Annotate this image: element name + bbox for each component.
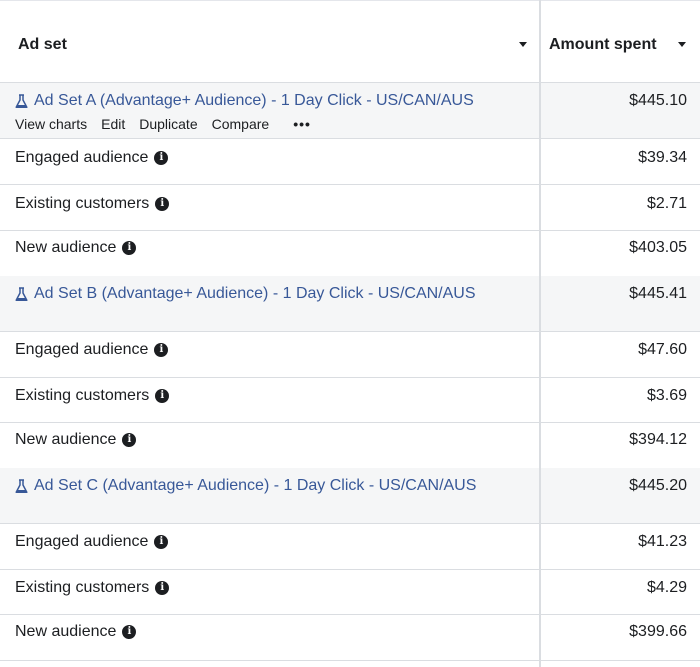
segment-amount: $4.29 bbox=[646, 579, 687, 596]
segment-row: New audience i $394.12 bbox=[0, 423, 700, 468]
segment-name: Existing customers i bbox=[15, 387, 170, 405]
info-icon[interactable]: i bbox=[122, 241, 137, 255]
segment-name: Existing customers i bbox=[15, 195, 170, 213]
segment-amount: $2.71 bbox=[646, 195, 687, 212]
table-header: Ad set Amount spent bbox=[0, 0, 700, 83]
segment-row: Engaged audience i $39.34 bbox=[0, 139, 700, 185]
column-divider[interactable] bbox=[539, 0, 541, 667]
ad-set-row-b[interactable]: Ad Set B (Advantage+ Audience) - 1 Day C… bbox=[0, 276, 700, 332]
segment-label: New audience bbox=[15, 623, 117, 640]
ad-sets-table: Ad set Amount spent Ad Set A (Advantage+… bbox=[0, 0, 700, 667]
segment-label: Existing customers bbox=[15, 195, 150, 212]
info-icon[interactable]: i bbox=[122, 433, 137, 447]
segment-name: Existing customers i bbox=[15, 579, 170, 597]
segment-label: New audience bbox=[15, 239, 117, 256]
ad-set-link[interactable]: Ad Set C (Advantage+ Audience) - 1 Day C… bbox=[15, 477, 476, 495]
ad-set-row-c[interactable]: Ad Set C (Advantage+ Audience) - 1 Day C… bbox=[0, 468, 700, 524]
ad-set-name[interactable]: Ad Set B (Advantage+ Audience) - 1 Day C… bbox=[34, 285, 476, 303]
segment-row: New audience i $403.05 bbox=[0, 231, 700, 276]
segment-label: Existing customers bbox=[15, 579, 150, 596]
segment-name: Engaged audience i bbox=[15, 533, 169, 551]
flask-icon bbox=[15, 478, 28, 493]
segment-name: New audience i bbox=[15, 239, 137, 257]
column-header-ad-set[interactable]: Ad set bbox=[18, 36, 67, 54]
segment-amount: $41.23 bbox=[638, 533, 687, 550]
segment-amount: $394.12 bbox=[629, 431, 687, 448]
flask-icon bbox=[15, 286, 28, 301]
segment-amount: $39.34 bbox=[638, 149, 687, 166]
edit-link[interactable]: Edit bbox=[101, 116, 125, 132]
segment-label: Engaged audience bbox=[15, 149, 149, 166]
compare-link[interactable]: Compare bbox=[212, 116, 270, 132]
row-actions: View charts Edit Duplicate Compare ••• bbox=[15, 116, 325, 132]
segment-name: New audience i bbox=[15, 623, 137, 641]
info-icon[interactable]: i bbox=[154, 535, 169, 549]
info-icon[interactable]: i bbox=[122, 625, 137, 639]
segment-label: New audience bbox=[15, 431, 117, 448]
segment-row: Existing customers i $2.71 bbox=[0, 185, 700, 231]
ad-set-amount: $445.20 bbox=[629, 477, 687, 494]
segment-amount: $403.05 bbox=[629, 239, 687, 256]
ad-set-row-a[interactable]: Ad Set A (Advantage+ Audience) - 1 Day C… bbox=[0, 83, 700, 139]
ad-set-link[interactable]: Ad Set B (Advantage+ Audience) - 1 Day C… bbox=[15, 285, 476, 303]
segment-row: Engaged audience i $41.23 bbox=[0, 524, 700, 570]
info-icon[interactable]: i bbox=[155, 581, 170, 595]
view-charts-link[interactable]: View charts bbox=[15, 116, 87, 132]
segment-amount: $3.69 bbox=[646, 387, 687, 404]
info-icon[interactable]: i bbox=[154, 343, 169, 357]
segment-amount: $399.66 bbox=[629, 623, 687, 640]
segment-label: Existing customers bbox=[15, 387, 150, 404]
segment-row: Engaged audience i $47.60 bbox=[0, 332, 700, 378]
segment-row: New audience i $399.66 bbox=[0, 615, 700, 661]
info-icon[interactable]: i bbox=[155, 389, 170, 403]
segment-name: New audience i bbox=[15, 431, 137, 449]
ad-set-amount: $445.10 bbox=[629, 92, 687, 109]
info-icon[interactable]: i bbox=[155, 197, 170, 211]
segment-label: Engaged audience bbox=[15, 533, 149, 550]
segment-name: Engaged audience i bbox=[15, 341, 169, 359]
ad-set-link[interactable]: Ad Set A (Advantage+ Audience) - 1 Day C… bbox=[15, 92, 474, 110]
segment-name: Engaged audience i bbox=[15, 149, 169, 167]
sort-caret-icon[interactable] bbox=[678, 42, 686, 47]
segment-row: Existing customers i $3.69 bbox=[0, 378, 700, 423]
column-header-amount-spent[interactable]: Amount spent bbox=[549, 36, 657, 54]
ad-set-name[interactable]: Ad Set C (Advantage+ Audience) - 1 Day C… bbox=[34, 477, 476, 495]
ad-set-name[interactable]: Ad Set A (Advantage+ Audience) - 1 Day C… bbox=[34, 92, 474, 110]
info-icon[interactable]: i bbox=[154, 151, 169, 165]
sort-caret-icon[interactable] bbox=[519, 42, 527, 47]
flask-icon bbox=[15, 93, 28, 108]
duplicate-link[interactable]: Duplicate bbox=[139, 116, 197, 132]
segment-label: Engaged audience bbox=[15, 341, 149, 358]
segment-amount: $47.60 bbox=[638, 341, 687, 358]
segment-row: Existing customers i $4.29 bbox=[0, 570, 700, 615]
more-options-icon[interactable]: ••• bbox=[293, 116, 311, 132]
ad-set-amount: $445.41 bbox=[629, 285, 687, 302]
